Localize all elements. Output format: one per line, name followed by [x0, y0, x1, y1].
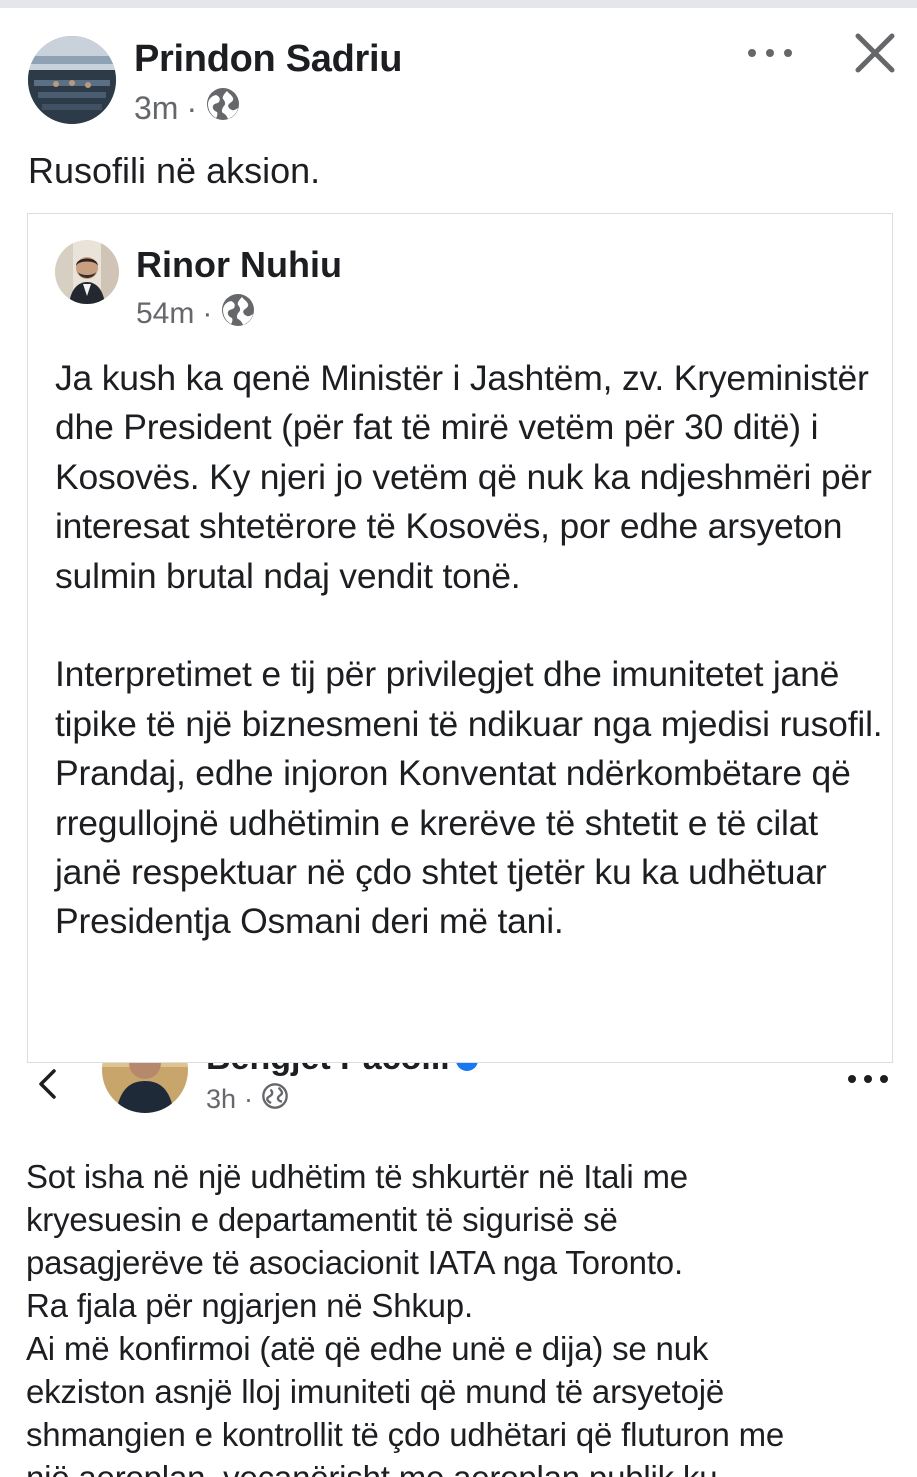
text-line: ekziston asnjë lloj imuniteti që mund të…	[26, 1373, 725, 1410]
globe-icon	[220, 292, 256, 336]
embedded-author-name-text: Bengjet Pacolli	[206, 1063, 450, 1077]
back-chevron-icon	[32, 1067, 66, 1101]
verified-badge-icon	[455, 1063, 478, 1072]
text-line: Ai më konfirmoi (atë që edhe unë e dija)…	[26, 1330, 709, 1367]
post-image[interactable]: Bengjet Pacolli 3h · Sot isha në një udh…	[0, 1063, 917, 1477]
embedded-author-avatar	[102, 1063, 188, 1113]
more-options-icon	[848, 1073, 888, 1085]
text-line: Ra fjala për ngjarjen në Shkup.	[26, 1287, 473, 1324]
shared-post-time[interactable]: 54m	[136, 297, 194, 331]
text-line: kryesuesin e departamentit të sigurisë s…	[26, 1201, 618, 1238]
post-caption: Rusofili në aksion.	[28, 150, 321, 191]
author-name[interactable]: Prindon Sadriu	[134, 38, 402, 81]
post-time[interactable]: 3m	[134, 90, 178, 127]
text-line: një aeroplan, veçanërisht me aeroplan pu…	[26, 1456, 906, 1477]
top-divider	[0, 0, 917, 8]
globe-icon	[261, 1082, 289, 1117]
more-options-icon[interactable]	[748, 38, 792, 68]
author-avatar[interactable]	[28, 36, 116, 124]
paragraph: Interpretimet e tij për privilegjet dhe …	[55, 654, 883, 942]
shared-author-avatar[interactable]	[55, 240, 119, 304]
text-line: Sot isha në një udhëtim të shkurtër në I…	[26, 1158, 688, 1195]
meta-separator: ·	[186, 89, 198, 126]
shared-post-card[interactable]: Rinor Nuhiu 54m · Ja kush ka qenë Minist…	[27, 213, 893, 1063]
globe-icon	[205, 86, 241, 130]
meta-separator: ·	[202, 297, 213, 330]
shared-post-text: Ja kush ka qenë Ministër i Jashtëm, zv. …	[55, 354, 885, 947]
meta-separator: ·	[244, 1083, 254, 1114]
paragraph: Ja kush ka qenë Ministër i Jashtëm, zv. …	[55, 358, 872, 596]
text-line: shmangien e kontrollit të çdo udhëtari q…	[26, 1416, 785, 1453]
embedded-post-text: Sot isha në një udhëtim të shkurtër në I…	[26, 1155, 906, 1477]
shared-post-meta: 54m ·	[136, 294, 256, 334]
shared-author-name[interactable]: Rinor Nuhiu	[136, 244, 342, 286]
embedded-author-name: Bengjet Pacolli	[206, 1063, 478, 1078]
close-icon[interactable]	[852, 30, 898, 76]
text-line: pasagjerëve të asociacionit IATA nga Tor…	[26, 1244, 683, 1281]
embedded-post-time: 3h	[206, 1083, 237, 1114]
post-meta: 3m ·	[134, 88, 241, 128]
embedded-post-meta: 3h ·	[206, 1081, 289, 1117]
